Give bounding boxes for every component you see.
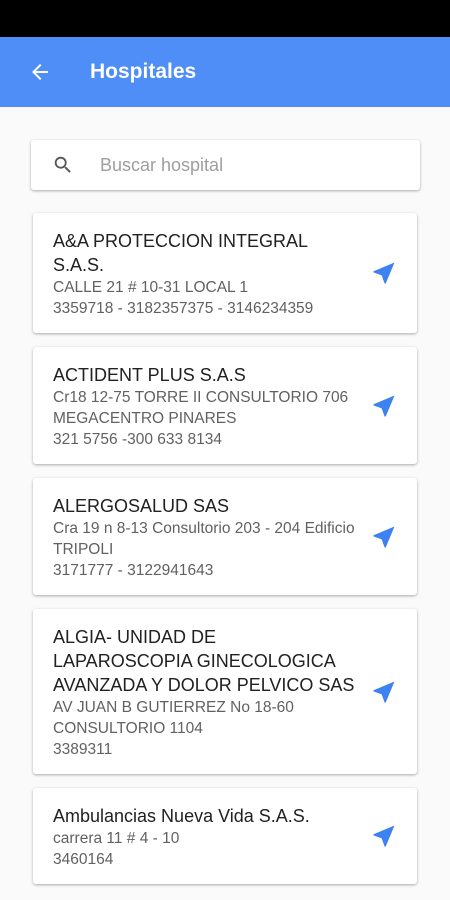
hospital-phone: 3359718 - 3182357375 - 3146234359 [53,300,314,317]
hospital-name: ALGIA- UNIDAD DE LAPAROSCOPIA GINECOLOGI… [53,627,355,695]
hospital-name: Ambulancias Nueva Vida S.A.S. [53,806,310,826]
app-bar: Hospitales [0,37,450,107]
hospital-card[interactable]: Ambulancias Nueva Vida S.A.S. carrera 11… [33,788,417,884]
navigation-icon [373,262,395,284]
navigation-icon [373,825,395,847]
back-button[interactable] [20,52,60,92]
search-icon [52,154,74,176]
navigate-button[interactable] [367,520,401,554]
hospital-address: CALLE 21 # 10-31 LOCAL 1 [53,279,249,296]
page-title: Hospitales [90,60,197,83]
hospital-card[interactable]: ALGIA- UNIDAD DE LAPAROSCOPIA GINECOLOGI… [33,609,417,774]
hospital-phone: 3171777 - 3122941643 [53,562,214,579]
navigate-button[interactable] [367,389,401,423]
hospital-address: AV JUAN B GUTIERREZ No 18-60 CONSULTORIO… [53,699,294,737]
navigate-button[interactable] [367,819,401,853]
navigation-icon [373,681,395,702]
navigation-icon [373,526,395,547]
hospital-address: Cr18 12-75 TORRE II CONSULTORIO 706 MEGA… [53,389,349,427]
search-bar [31,140,420,190]
hospital-phone: 3389311 [53,741,113,758]
hospital-name: ACTIDENT PLUS S.A.S [53,365,246,385]
hospital-address: carrera 11 # 4 - 10 [53,830,180,847]
hospital-address: Cra 19 n 8-13 Consultorio 203 - 204 Edif… [53,520,355,558]
arrow-back-icon [32,64,48,80]
hospital-phone: 321 5756 -300 633 8134 [53,431,222,448]
hospital-name: A&A PROTECCION INTEGRAL S.A.S. [53,231,308,275]
hospital-phone: 3460164 [53,851,114,868]
hospital-card[interactable]: ALERGOSALUD SAS Cra 19 n 8-13 Consultori… [33,478,417,595]
navigate-button[interactable] [367,256,401,290]
search-input[interactable] [98,153,402,177]
hospital-list: A&A PROTECCION INTEGRAL S.A.S. CALLE 21 … [33,213,417,898]
status-bar [0,0,450,37]
hospital-card[interactable]: A&A PROTECCION INTEGRAL S.A.S. CALLE 21 … [33,213,417,333]
navigation-icon [373,395,395,416]
hospital-name: ALERGOSALUD SAS [53,496,230,516]
hospital-card[interactable]: ACTIDENT PLUS S.A.S Cr18 12-75 TORRE II … [33,347,417,464]
navigate-button[interactable] [367,675,401,709]
